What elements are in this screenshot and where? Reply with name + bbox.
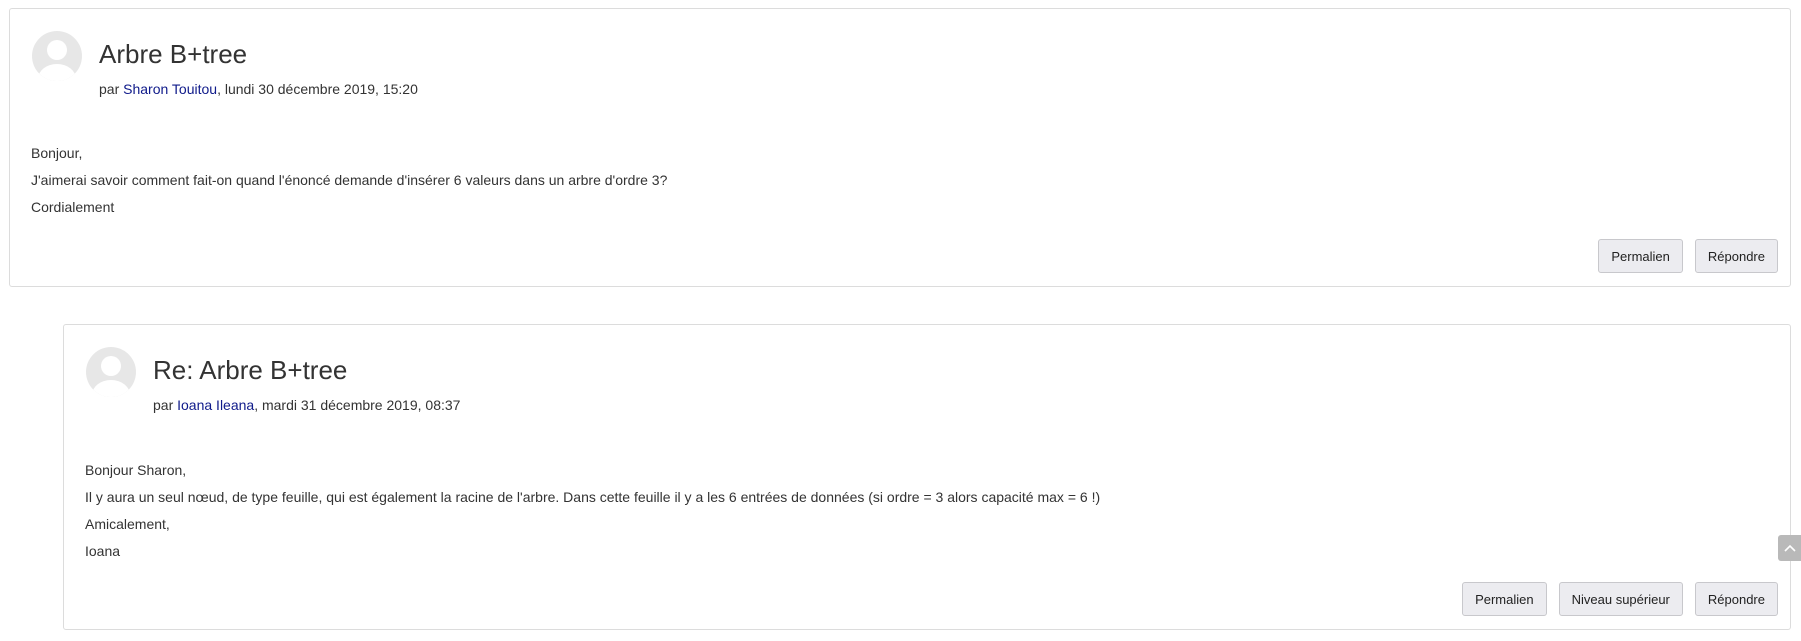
content-line: Amicalement, (85, 516, 170, 532)
user-avatar-icon[interactable] (86, 347, 136, 397)
content-line: Ioana (85, 543, 121, 559)
byline-prefix: par (153, 397, 178, 413)
author-link[interactable]: Ioana Ileana (177, 397, 254, 413)
author-link[interactable]: Sharon Touitou (123, 81, 217, 97)
content-line: Il y aura un seul nœud, de type feuille,… (85, 489, 1101, 505)
post-subject: Arbre B+tree (99, 39, 248, 69)
permalink-button[interactable]: Permalien (1462, 582, 1547, 616)
post-date: , mardi 31 décembre 2019, 08:37 (254, 397, 461, 413)
chevron-up-icon (1783, 539, 1796, 557)
scroll-to-top-button[interactable] (1778, 535, 1801, 561)
post-byline: par Ioana Ileana, mardi 31 décembre 2019… (153, 397, 460, 413)
user-avatar-icon[interactable] (32, 31, 82, 81)
post-byline: par Sharon Touitou, lundi 30 décembre 20… (99, 81, 418, 97)
reply-button[interactable]: Répondre (1694, 582, 1778, 616)
post-actions: Permalien Niveau supérieur Répondre (1462, 582, 1778, 616)
content-line: Bonjour, (31, 145, 83, 161)
forum-post-reply: Re: Arbre B+tree par Ioana Ileana, mardi… (63, 324, 1791, 630)
post-date: , lundi 30 décembre 2019, 15:20 (217, 81, 418, 97)
content-line: J'aimerai savoir comment fait-on quand l… (31, 172, 668, 188)
post-content: Bonjour Sharon, Il y aura un seul nœud, … (85, 463, 1100, 571)
post-subject: Re: Arbre B+tree (153, 355, 348, 385)
byline-prefix: par (99, 81, 124, 97)
forum-post-original: Arbre B+tree par Sharon Touitou, lundi 3… (9, 8, 1791, 287)
content-line: Bonjour Sharon, (85, 462, 187, 478)
post-content: Bonjour, J'aimerai savoir comment fait-o… (31, 146, 667, 227)
post-actions: Permalien Répondre (1598, 239, 1778, 273)
parent-level-button[interactable]: Niveau supérieur (1558, 582, 1683, 616)
content-line: Cordialement (31, 199, 115, 215)
permalink-button[interactable]: Permalien (1598, 239, 1683, 273)
reply-button[interactable]: Répondre (1694, 239, 1778, 273)
